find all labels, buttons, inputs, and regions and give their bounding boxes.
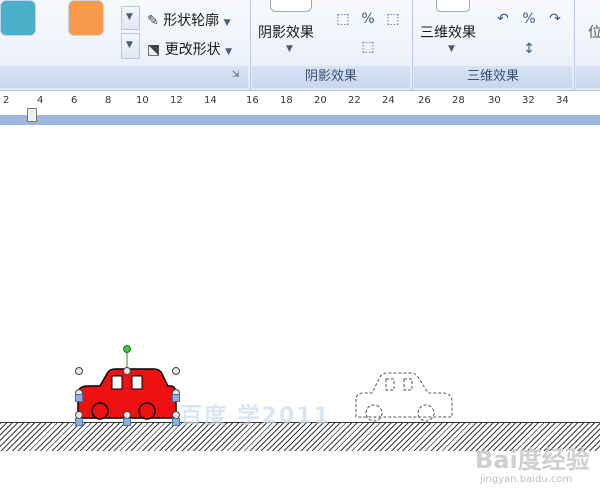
pencil-icon: ✎ xyxy=(147,13,159,29)
ruler-number: 8 xyxy=(105,95,112,106)
ruler-number: 22 xyxy=(348,95,361,106)
ruler-number: 20 xyxy=(314,95,327,106)
ground-selection-handle[interactable] xyxy=(75,418,83,426)
selection-handle[interactable] xyxy=(123,367,131,375)
chevron-down-icon: ▼ xyxy=(448,44,455,54)
ruler-number: 14 xyxy=(204,95,217,106)
ruler-number: 6 xyxy=(71,95,78,106)
car-wheel xyxy=(91,402,109,420)
car-window xyxy=(111,375,123,390)
shape-styles-group-label xyxy=(0,66,248,88)
ruler-number: 30 xyxy=(488,95,501,106)
baidu-logo: Bai度经验 xyxy=(475,446,590,474)
ghost-car-outline[interactable] xyxy=(350,365,460,425)
ghost-car-wheel xyxy=(365,404,383,422)
change-shape-button[interactable]: ⬔ 更改形状 ▼ xyxy=(147,39,232,59)
dialog-launcher-icon[interactable]: ⇲ xyxy=(232,70,240,80)
ghost-car-window xyxy=(385,378,395,391)
group-separator xyxy=(250,0,251,90)
shadow-toggle-icon[interactable]: % xyxy=(357,8,379,30)
baidu-site-url: jingyan.baidu.com xyxy=(480,474,573,485)
position-button-partial[interactable]: 位 xyxy=(588,22,600,42)
ruler-number: 24 xyxy=(382,95,395,106)
nudge-shadow-down-icon[interactable]: ⬚ xyxy=(357,36,379,58)
car-window xyxy=(131,375,143,390)
rotation-handle[interactable] xyxy=(123,345,131,353)
ruler-number: 26 xyxy=(418,95,431,106)
chevron-down-icon: ▼ xyxy=(223,18,231,28)
nudge-shadow-up-icon[interactable]: ⬚ xyxy=(332,8,354,30)
gallery-expand-button[interactable]: ▼ xyxy=(121,33,140,59)
ruler-number: 34 xyxy=(556,95,569,106)
shape-outline-button[interactable]: ✎ 形状轮廓 ▼ xyxy=(147,10,231,30)
chevron-down-icon: ▼ xyxy=(225,47,233,57)
tilt-down-icon[interactable]: ↕ xyxy=(518,38,540,60)
shadow-effects-button[interactable]: 阴影效果 ▼ xyxy=(258,0,330,64)
gallery-scroll-down[interactable]: ▼ xyxy=(121,6,140,30)
ruler-number: 12 xyxy=(170,95,183,106)
watermark-text: 百度 学2011 xyxy=(180,404,331,429)
ribbon: ▼ ▼ ✎ 形状轮廓 ▼ ⬔ 更改形状 ▼ ⇲ 阴影效果 ▼ ⬚ % ⬚ ⬚ 阴… xyxy=(0,0,600,91)
ground-selection-handle[interactable] xyxy=(75,394,83,402)
ghost-car-window xyxy=(403,378,413,391)
shape-style-swatch-orange[interactable] xyxy=(68,0,104,36)
car-wheel xyxy=(138,402,156,420)
tilt-right-icon[interactable]: ↷ xyxy=(544,8,566,30)
ruler-number: 2 xyxy=(3,95,10,106)
shadow-effects-label: 阴影效果 xyxy=(258,25,314,41)
ghost-car-wheel xyxy=(417,404,435,422)
ruler-margin-band xyxy=(0,115,600,125)
group-separator xyxy=(412,0,413,90)
ground-selection-handle[interactable] xyxy=(172,394,180,402)
group-separator xyxy=(574,0,575,90)
ruler-number: 4 xyxy=(37,95,44,106)
tilt-left-icon[interactable]: ↶ xyxy=(492,8,514,30)
threed-effects-button[interactable]: 三维效果 ▼ xyxy=(418,0,486,64)
ground-selection-handle[interactable] xyxy=(172,418,180,426)
nudge-shadow-right-icon[interactable]: ⬚ xyxy=(382,8,404,30)
shadow-group-label: 阴影效果 xyxy=(252,66,410,88)
ruler-number: 18 xyxy=(280,95,293,106)
shadow-box-icon xyxy=(270,0,312,12)
selection-handle[interactable] xyxy=(75,367,83,375)
shape-outline-label: 形状轮廓 xyxy=(163,13,220,29)
selection-handle[interactable] xyxy=(172,367,180,375)
threed-group-label: 三维效果 xyxy=(414,66,572,88)
ruler-number: 28 xyxy=(452,95,465,106)
change-shape-label: 更改形状 xyxy=(164,42,221,58)
cube-icon xyxy=(436,0,470,12)
chevron-down-icon: ▼ xyxy=(286,44,293,54)
ground-selection-handle[interactable] xyxy=(123,418,131,426)
shapes-icon: ⬔ xyxy=(147,42,161,58)
ruler-number: 16 xyxy=(246,95,259,106)
threed-effects-label: 三维效果 xyxy=(420,25,476,41)
arrange-group-label xyxy=(576,66,600,88)
shape-style-swatch-blue[interactable] xyxy=(0,0,36,36)
ruler-number: 32 xyxy=(522,95,535,106)
threed-toggle-icon[interactable]: % xyxy=(518,8,540,30)
indent-marker[interactable] xyxy=(27,108,37,122)
ruler-number: 10 xyxy=(136,95,149,106)
